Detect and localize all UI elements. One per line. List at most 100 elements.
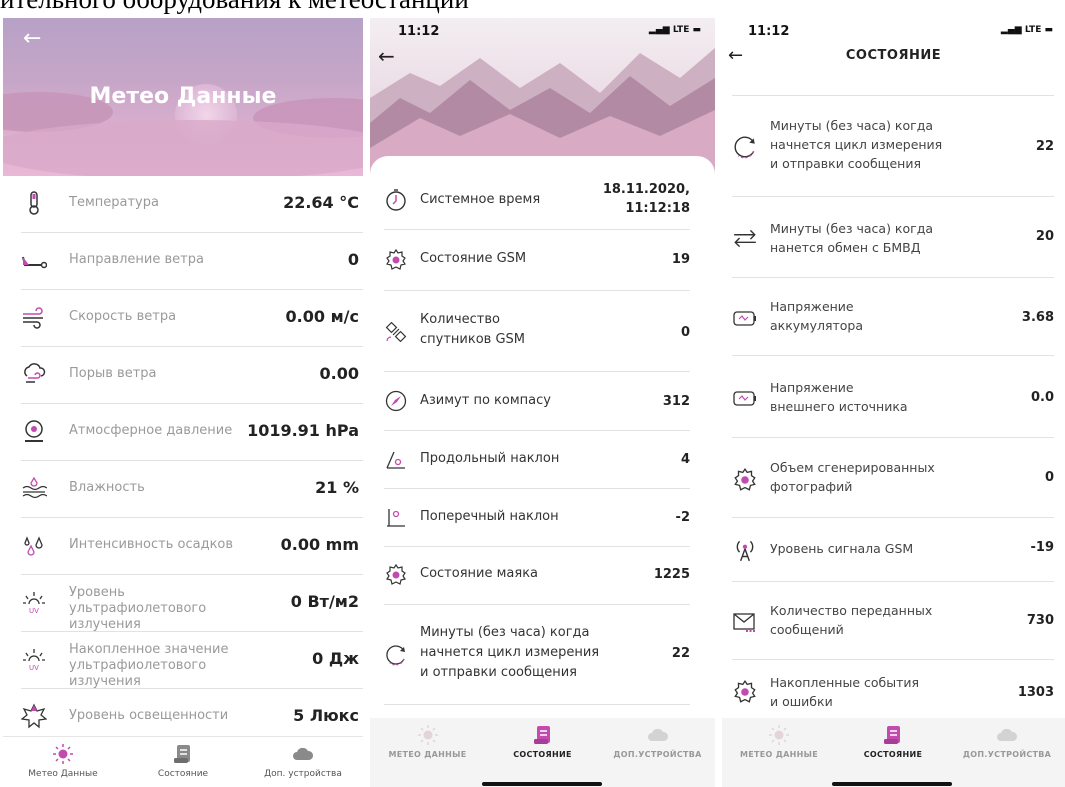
sun-icon <box>53 744 73 764</box>
row-label: Количество спутников GSM <box>420 310 525 350</box>
list-item[interactable]: Скорость ветра 0.00 м/с <box>21 290 363 347</box>
row-label: Минуты (без часа) когда нанется обмен с Б… <box>770 219 933 257</box>
nav-tab-meteo[interactable]: Метео Данные <box>8 737 118 779</box>
row-label: Продольный наклон <box>420 451 560 466</box>
list-item[interactable]: UV Уровень ультрафиолетового излучения 0… <box>21 575 363 632</box>
wind-direction-icon <box>22 256 47 269</box>
nav-label: ДОП.УСТРОЙСТВА <box>613 750 702 759</box>
row-label: Минуты (без часа) когда начнется цикл изм… <box>770 116 942 173</box>
status-doc-icon <box>533 726 550 744</box>
row-label-line: Объем сгенерированных <box>770 460 935 475</box>
list-item[interactable]: Минуты (без часа) когда нанется обмен с Б… <box>732 196 1054 278</box>
row-label-text: Накопленное значение ультрафиолетового и… <box>69 642 229 689</box>
nav-tab-status[interactable]: Состояние <box>128 737 238 779</box>
row-label-line: Минуты (без часа) когда <box>770 221 933 236</box>
bottom-nav: МЕТЕО ДАННЫЕ СОСТОЯНИЕ ДОП.УСТРОЙСТВА <box>370 718 715 787</box>
back-arrow-icon[interactable]: ← <box>23 26 41 51</box>
external-power-icon <box>733 391 756 406</box>
list-item[interactable]: Минуты (без часа) когда начнется цикл изм… <box>732 96 1054 197</box>
row-value: 4 <box>680 452 690 467</box>
pressure-gauge-icon <box>25 420 43 442</box>
bottom-nav: Метео Данные Состояние Доп. устройства <box>3 736 363 787</box>
nav-label: СОСТОЯНИЕ <box>863 750 923 759</box>
cycle-icon <box>734 136 755 159</box>
row-value: 0 <box>680 325 690 340</box>
row-value: 0 <box>347 250 359 269</box>
nav-label: МЕТЕО ДАННЫЕ <box>388 750 467 759</box>
envelope-icon <box>733 613 756 632</box>
signal-label: LTE <box>672 25 690 35</box>
illumination-icon <box>21 703 47 729</box>
nav-label: МЕТЕО ДАННЫЕ <box>740 750 818 759</box>
nav-tab-meteo[interactable]: МЕТЕО ДАННЫЕ <box>722 718 836 759</box>
list-item[interactable]: Напряжение аккумулятора 3.68 <box>732 277 1054 356</box>
gear-icon <box>734 467 756 491</box>
row-value: 22 <box>1035 139 1054 154</box>
mountains-illustration <box>370 48 715 178</box>
row-label-line: Минуты (без часа) когда <box>420 625 590 640</box>
list-item[interactable]: Азимут по компасу 312 <box>384 371 690 431</box>
row-label: Азимут по компасу <box>420 393 551 408</box>
list-item[interactable]: Порыв ветра 0.00 <box>21 347 363 404</box>
row-label: Количество переданных сообщений <box>770 601 932 639</box>
list-item[interactable]: Количество переданных сообщений 730 <box>732 581 1054 660</box>
gear-icon <box>386 248 406 270</box>
status-screen-scrolled: 11:12 ▂▄▆ LTE ▬ ← СОСТОЯНИЕ Минуты (без … <box>722 18 1065 787</box>
back-arrow-icon[interactable]: ← <box>378 44 395 68</box>
nav-tab-devices[interactable]: ДОП.УСТРОЙСТВА <box>600 718 715 759</box>
row-value: -2 <box>675 510 690 525</box>
list-item[interactable]: Состояние GSM 19 <box>384 229 690 291</box>
meteo-data-screen: ← Метео Данные Температура 22.64 °C Напр… <box>3 18 363 787</box>
row-label: Скорость ветра <box>69 309 177 324</box>
nav-tab-status[interactable]: СОСТОЯНИЕ <box>485 718 600 759</box>
list-item[interactable]: Поперечный наклон -2 <box>384 488 690 547</box>
list-item[interactable]: Влажность 21 % <box>21 461 363 518</box>
list-item[interactable]: Температура 22.64 °C <box>21 176 363 233</box>
row-value: 5 Люкс <box>293 706 359 725</box>
battery-icon <box>733 311 756 326</box>
list-item[interactable]: Интенсивность осадков 0.00 mm <box>21 518 363 575</box>
list-item[interactable]: Направление ветра 0 <box>21 233 363 290</box>
date-value: 18.11.2020, <box>602 182 690 197</box>
nav-tab-meteo[interactable]: МЕТЕО ДАННЫЕ <box>370 718 485 759</box>
nav-label: Доп. устройства <box>264 769 342 779</box>
list-item[interactable]: Количество спутников GSM 0 <box>384 290 690 372</box>
list-item[interactable]: Накопленные события и ошибки 1303 <box>732 659 1054 717</box>
sun-icon <box>769 725 789 745</box>
row-label-line: и отправки сообщения <box>420 665 578 680</box>
cloud-icon <box>293 747 314 760</box>
list-item[interactable]: Напряжение внешнего источника 0.0 <box>732 355 1054 438</box>
row-label-line: фотографий <box>770 479 853 494</box>
row-label-line: Накопленные события <box>770 675 920 690</box>
list-item[interactable]: UV Накопленное значение ультрафиолетовог… <box>21 632 363 689</box>
cycle-icon <box>386 645 405 666</box>
list-item[interactable]: Продольный наклон 4 <box>384 430 690 489</box>
row-label-text: Уровень ультрафиолетового излучения <box>69 585 207 632</box>
events-gear-icon <box>734 679 756 703</box>
row-value: 312 <box>662 394 690 409</box>
list-item[interactable]: Системное время 18.11.2020, 11:12:18 <box>384 174 690 230</box>
thermometer-icon <box>29 191 39 215</box>
row-label-line: Количество переданных <box>770 603 933 618</box>
list-item[interactable]: Объем сгенерированных фотографий 0 <box>732 437 1054 518</box>
row-value: 22.64 °C <box>283 193 359 212</box>
nav-tab-devices[interactable]: Доп. устройства <box>248 737 358 779</box>
list-item[interactable]: Атмосферное давление 1019.91 hPa <box>21 404 363 461</box>
list-item[interactable]: Уровень сигнала GSM -19 <box>732 517 1054 582</box>
row-value: 0 Дж <box>312 649 359 668</box>
status-time: 11:12 <box>398 24 440 39</box>
uv-icon: UV <box>23 592 45 615</box>
exchange-arrows-icon <box>734 229 756 248</box>
beacon-gear-icon <box>386 563 406 585</box>
row-value: 730 <box>1026 613 1054 628</box>
nav-tab-devices[interactable]: ДОП.УСТРОЙСТВА <box>950 718 1064 759</box>
row-value: 22 <box>671 646 690 661</box>
nav-tab-status[interactable]: СОСТОЯНИЕ <box>836 718 950 759</box>
row-label: Уровень освещенности <box>69 708 229 723</box>
hero-banner: ← Метео Данные <box>3 18 363 176</box>
nav-label: Метео Данные <box>28 769 98 779</box>
row-label-line: нанется обмен с БМВД <box>770 240 921 255</box>
list-item[interactable]: Состояние маяка 1225 <box>384 546 690 605</box>
list-item[interactable]: Минуты (без часа) когда начнется цикл изм… <box>384 604 690 705</box>
row-label: Системное время <box>420 192 541 207</box>
